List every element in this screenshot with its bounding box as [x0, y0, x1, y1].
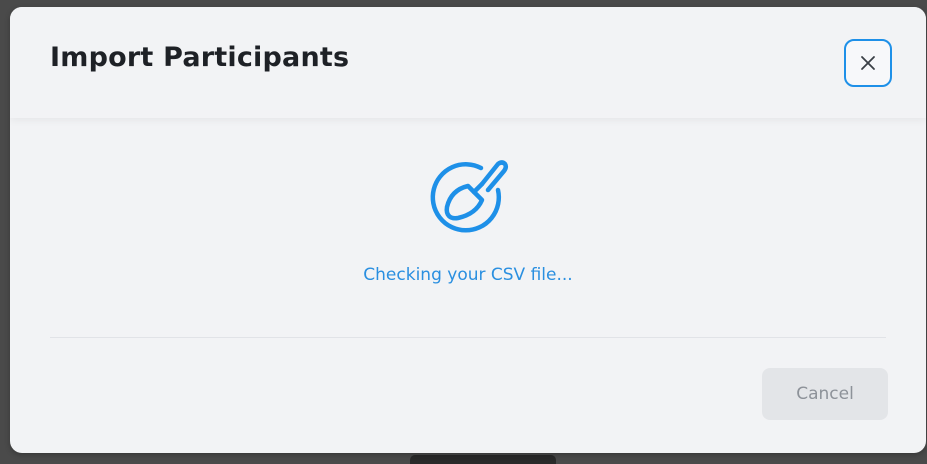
close-button[interactable] [844, 39, 892, 87]
footer-divider [50, 337, 886, 338]
status-text: Checking your CSV file... [363, 265, 573, 285]
close-icon [861, 56, 875, 70]
cancel-button[interactable]: Cancel [762, 368, 888, 420]
import-participants-modal: Import Participants Checking your CSV fi… [10, 7, 926, 453]
shovel-icon [430, 160, 509, 233]
modal-title: Import Participants [50, 42, 350, 73]
modal-header: Import Participants [10, 7, 926, 118]
background-element [410, 455, 556, 464]
